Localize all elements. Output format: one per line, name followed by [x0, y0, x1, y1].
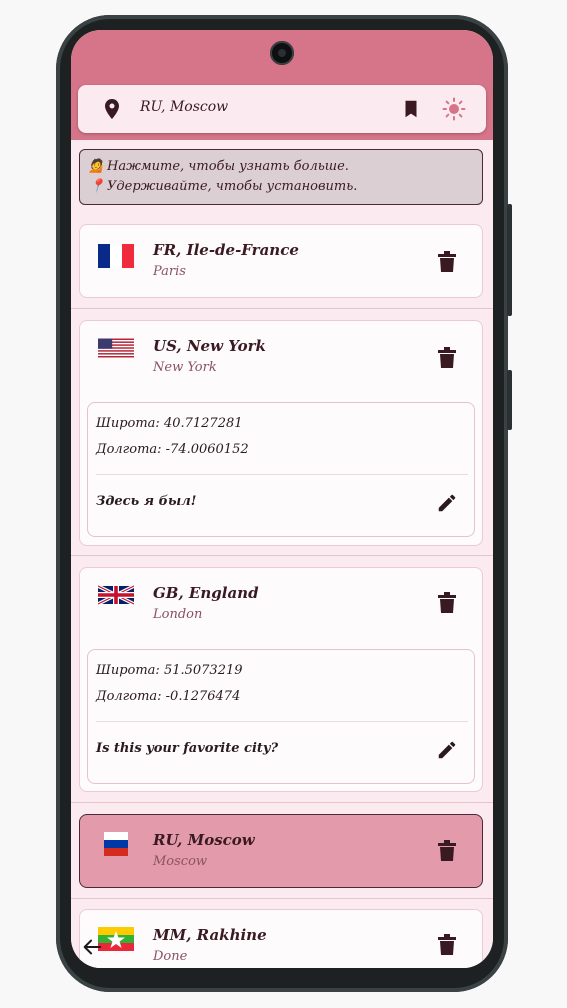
edit-pencil-icon[interactable] [436, 492, 458, 514]
back-arrow-icon[interactable] [81, 936, 103, 958]
location-city: London [153, 607, 203, 622]
volume-button [507, 370, 512, 430]
location-note-text: Здесь я был! [96, 494, 197, 509]
location-card-mm[interactable]: MM, Rakhine Done [79, 909, 483, 968]
location-name: GB, England [153, 584, 259, 602]
person-tipping-hand-icon: 💁 [89, 159, 106, 174]
location-city: Moscow [153, 854, 208, 869]
myanmar-flag-icon [98, 927, 134, 951]
location-name: MM, Rakhine [153, 926, 267, 944]
divider [71, 802, 493, 803]
app-screen: RU, Moscow 💁 Нажмите, чтобы узнать больш… [71, 30, 493, 968]
russia-flag-icon [98, 832, 134, 856]
location-card-ru-selected[interactable]: RU, Moscow Moscow [79, 814, 483, 888]
location-card-fr[interactable]: FR, Ile-de-France Paris [79, 224, 483, 298]
location-card-us[interactable]: US, New York New York Широта: 40.7127281… [79, 320, 483, 546]
longitude-text: Долгота: -0.1276474 [96, 689, 241, 704]
edit-pencil-icon[interactable] [436, 739, 458, 761]
location-city: Done [153, 949, 188, 964]
divider [96, 721, 468, 722]
location-name: FR, Ile-de-France [153, 241, 299, 259]
location-city: Paris [153, 264, 186, 279]
location-pin-icon[interactable] [100, 97, 124, 121]
location-name: RU, Moscow [153, 831, 255, 849]
delete-trash-icon[interactable] [438, 347, 456, 369]
front-camera [270, 41, 294, 65]
latitude-text: Широта: 51.5073219 [96, 663, 243, 678]
usa-flag-icon [98, 338, 134, 362]
longitude-text: Долгота: -74.0060152 [96, 442, 249, 457]
location-details-panel: Широта: 40.7127281 Долгота: -74.0060152 … [87, 402, 475, 537]
france-flag-icon [98, 244, 134, 268]
current-location-title: RU, Moscow [140, 99, 229, 115]
latitude-text: Широта: 40.7127281 [96, 416, 243, 431]
location-search-bar[interactable]: RU, Moscow [78, 85, 486, 133]
divider [71, 308, 493, 309]
app-top-bar: RU, Moscow [71, 30, 493, 140]
delete-trash-icon[interactable] [438, 251, 456, 273]
uk-flag-icon [98, 585, 134, 609]
bookmark-icon[interactable] [400, 97, 422, 121]
power-button [507, 204, 512, 316]
usage-hint-banner: 💁 Нажмите, чтобы узнать больше. 📍 Удержива… [79, 149, 483, 205]
location-name: US, New York [153, 337, 266, 355]
hint-hold-text: Удерживайте, чтобы установить. [107, 179, 358, 194]
divider [71, 898, 493, 899]
location-note-text: Is this your favorite city? [96, 741, 279, 756]
divider [71, 555, 493, 556]
delete-trash-icon[interactable] [438, 840, 456, 862]
pin-icon: 📍 [89, 179, 106, 194]
divider [96, 474, 468, 475]
delete-trash-icon[interactable] [438, 934, 456, 956]
sun-icon[interactable] [442, 97, 466, 121]
location-details-panel: Широта: 51.5073219 Долгота: -0.1276474 I… [87, 649, 475, 784]
delete-trash-icon[interactable] [438, 592, 456, 614]
location-card-gb[interactable]: GB, England London Широта: 51.5073219 До… [79, 567, 483, 792]
locations-list[interactable]: 💁 Нажмите, чтобы узнать больше. 📍 Удержива… [71, 140, 493, 968]
location-city: New York [153, 360, 217, 375]
hint-tap-text: Нажмите, чтобы узнать больше. [107, 159, 349, 174]
